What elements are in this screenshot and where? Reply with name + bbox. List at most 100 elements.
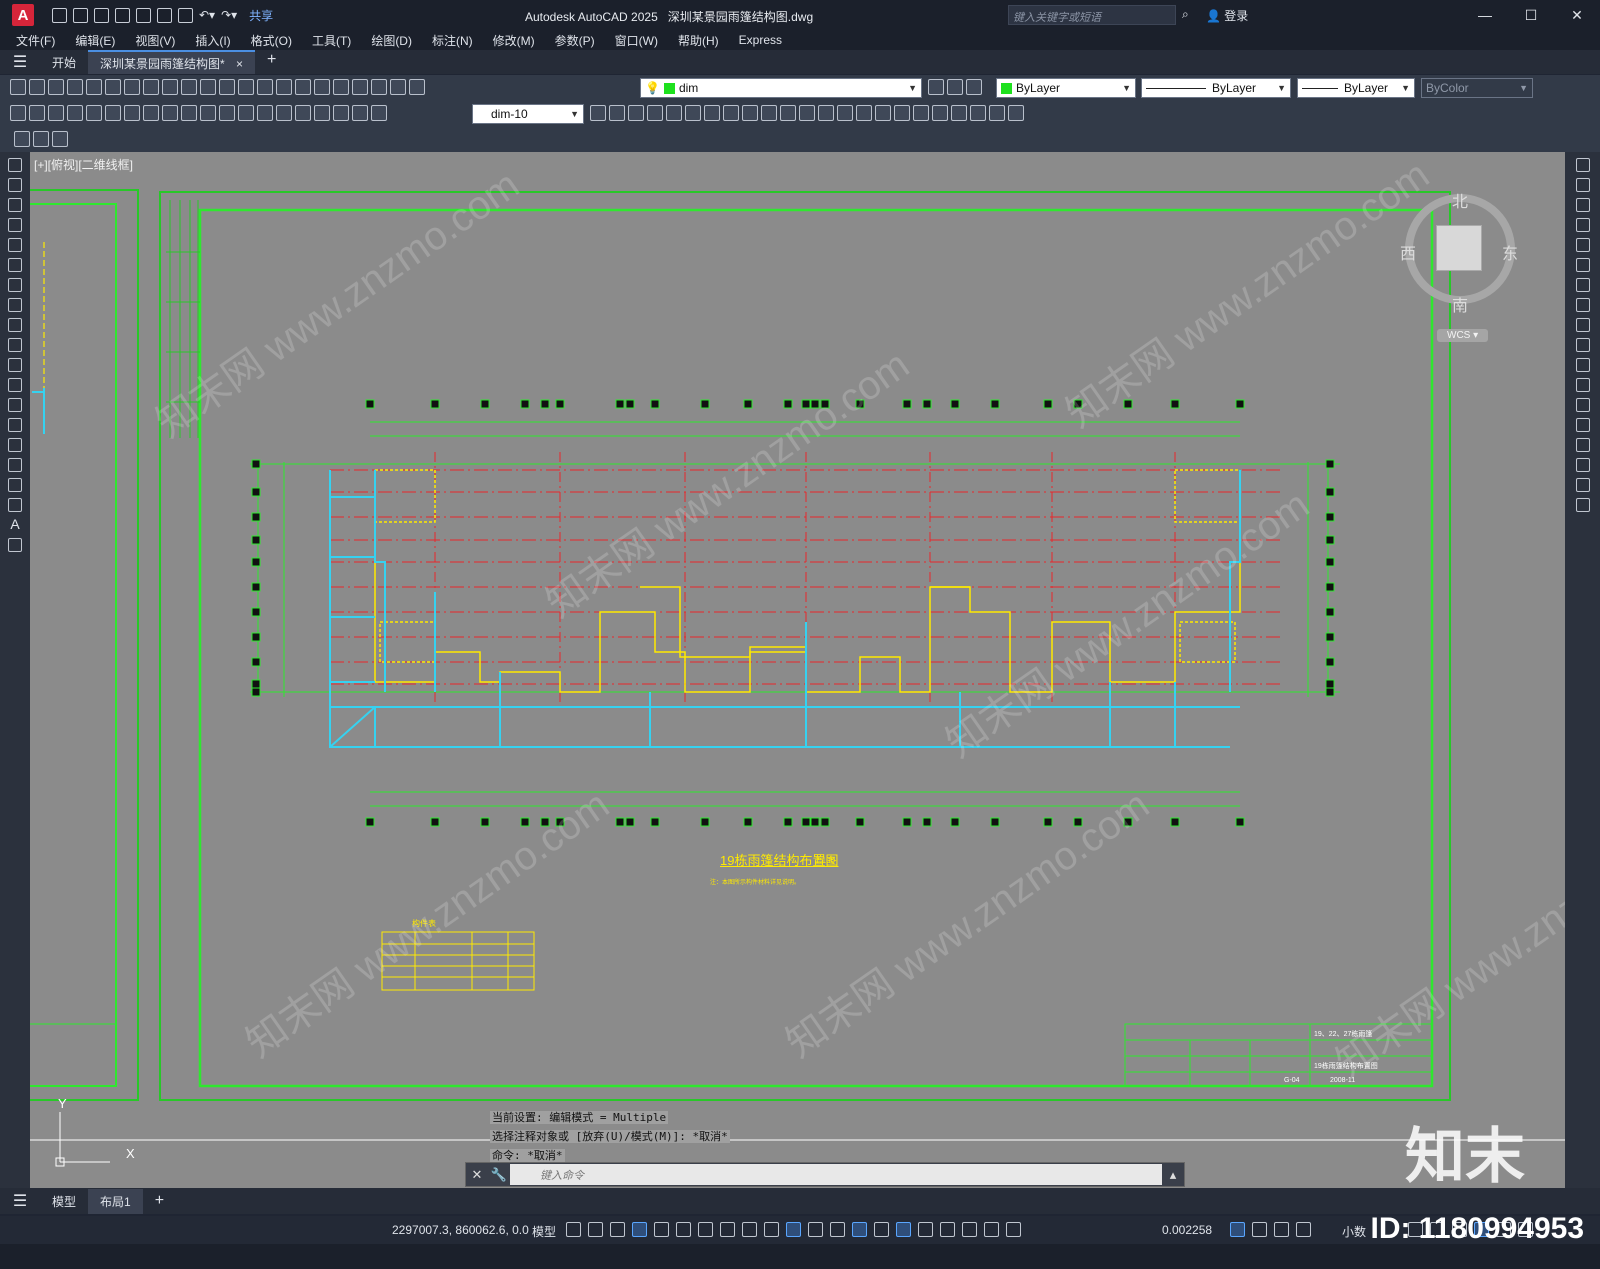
- break-icon[interactable]: [1575, 398, 1590, 412]
- quick-dim-icon[interactable]: [162, 105, 178, 121]
- ellipse-arc-icon[interactable]: [8, 358, 22, 372]
- compass-north[interactable]: 北: [1452, 188, 1468, 212]
- compass-west[interactable]: 西: [1400, 240, 1416, 264]
- chamfer-icon[interactable]: [1575, 438, 1590, 452]
- inspection-icon[interactable]: [295, 105, 311, 121]
- dim-text-edit-icon[interactable]: [352, 105, 368, 121]
- bring-front-icon[interactable]: [951, 105, 967, 121]
- plotstyle-dropdown[interactable]: ByColor ▼: [1421, 78, 1533, 98]
- linear-dim-icon[interactable]: [10, 105, 26, 121]
- open-file-icon[interactable]: [73, 7, 88, 23]
- publish-icon[interactable]: [105, 79, 121, 95]
- close-icon[interactable]: ✕: [1554, 0, 1600, 30]
- sheet-set-icon[interactable]: [352, 79, 368, 95]
- offset-icon[interactable]: [1575, 218, 1590, 232]
- search-icon[interactable]: ⌕: [1182, 7, 1189, 22]
- angular-icon[interactable]: [143, 105, 159, 121]
- jogged-linear-icon[interactable]: [314, 105, 330, 121]
- send-back-icon[interactable]: [970, 105, 986, 121]
- publish-icon[interactable]: [136, 7, 151, 23]
- zoom-window-icon[interactable]: [276, 79, 292, 95]
- join-icon[interactable]: [1575, 418, 1590, 432]
- menu-parametric[interactable]: 参数(P): [555, 32, 595, 49]
- new-tab-button[interactable]: +: [255, 50, 288, 74]
- undo-icon[interactable]: ↶▾: [199, 8, 215, 22]
- isodraft-icon[interactable]: [698, 1222, 713, 1237]
- gizmo-icon[interactable]: [896, 1222, 911, 1237]
- transparency-icon[interactable]: [786, 1222, 801, 1237]
- polygon-icon[interactable]: [8, 218, 22, 232]
- dim-style-icon[interactable]: [590, 105, 606, 121]
- chamfer-icon[interactable]: [856, 105, 872, 121]
- menu-file[interactable]: 文件(F): [16, 32, 55, 49]
- qnew-icon[interactable]: [10, 79, 26, 95]
- menu-window[interactable]: 窗口(W): [615, 32, 658, 49]
- annotation-scale-icon[interactable]: [962, 1222, 977, 1237]
- menu-express[interactable]: Express: [739, 33, 782, 47]
- viewport-scale-icon[interactable]: [1230, 1222, 1245, 1237]
- fillet-icon[interactable]: [875, 105, 891, 121]
- tab-layout1[interactable]: 布局1: [88, 1188, 143, 1214]
- copy-icon[interactable]: [1575, 178, 1590, 192]
- erase-icon[interactable]: [609, 105, 625, 121]
- undo-icon[interactable]: [200, 79, 216, 95]
- scale-icon[interactable]: [1575, 298, 1590, 312]
- maximize-icon[interactable]: ☐: [1508, 0, 1554, 30]
- snap-icon[interactable]: [588, 1222, 603, 1237]
- make-current-icon[interactable]: [928, 79, 944, 95]
- rotate-icon[interactable]: [723, 105, 739, 121]
- gradient-icon[interactable]: [8, 458, 22, 472]
- model-space-button[interactable]: 模型: [532, 1223, 556, 1240]
- annotation-visibility-icon[interactable]: [918, 1222, 933, 1237]
- lineweight-dropdown[interactable]: ByLayer ▼: [1297, 78, 1415, 98]
- match-properties-icon[interactable]: [181, 79, 197, 95]
- extend-icon[interactable]: [799, 105, 815, 121]
- hamburger-icon[interactable]: ☰: [0, 50, 40, 74]
- insert-block-icon[interactable]: [33, 131, 49, 147]
- save-as-icon[interactable]: [115, 7, 130, 23]
- viewport-controls[interactable]: [+][俯视][二维线框]: [34, 156, 133, 173]
- compass-south[interactable]: 南: [1452, 292, 1468, 316]
- menu-insert[interactable]: 插入(I): [195, 32, 230, 49]
- blend-icon[interactable]: [913, 105, 929, 121]
- menu-dimension[interactable]: 标注(N): [432, 32, 473, 49]
- viewcube-face[interactable]: [1436, 225, 1482, 271]
- menu-format[interactable]: 格式(O): [251, 32, 292, 49]
- make-block-icon[interactable]: [8, 398, 22, 412]
- blend-icon[interactable]: [1575, 478, 1590, 492]
- ortho-icon[interactable]: [654, 1222, 669, 1237]
- dynamic-ucs-icon[interactable]: [852, 1222, 867, 1237]
- table-icon[interactable]: [8, 498, 22, 512]
- trim-icon[interactable]: [780, 105, 796, 121]
- insert-block-icon[interactable]: [8, 378, 22, 392]
- add-layout-button[interactable]: +: [143, 1188, 176, 1214]
- redo-icon[interactable]: ↷▾: [221, 8, 237, 22]
- units-value[interactable]: 小数: [1342, 1223, 1366, 1240]
- dim-edit-icon[interactable]: [333, 105, 349, 121]
- command-input[interactable]: 键入命令: [510, 1164, 1162, 1185]
- object-snap-tracking-icon[interactable]: [720, 1222, 735, 1237]
- stretch-icon[interactable]: [761, 105, 777, 121]
- 3d-osnap-icon[interactable]: [830, 1222, 845, 1237]
- redo-icon[interactable]: [219, 79, 235, 95]
- aligned-dim-icon[interactable]: [29, 105, 45, 121]
- spline-icon[interactable]: [8, 318, 22, 332]
- erase-icon[interactable]: [1575, 158, 1590, 172]
- plot-icon[interactable]: [67, 79, 83, 95]
- paste-icon[interactable]: [162, 79, 178, 95]
- dim-break-icon[interactable]: [238, 105, 254, 121]
- explode-icon[interactable]: [894, 105, 910, 121]
- dynamic-input-icon[interactable]: [632, 1222, 647, 1237]
- ordinate-icon[interactable]: [67, 105, 83, 121]
- construction-line-icon[interactable]: [8, 178, 22, 192]
- attribute-icon[interactable]: [52, 131, 68, 147]
- layer-manager-icon[interactable]: [409, 79, 425, 95]
- mirror-icon[interactable]: [647, 105, 663, 121]
- dim-space-icon[interactable]: [219, 105, 235, 121]
- rectangle-icon[interactable]: [8, 238, 22, 252]
- dimstyle-dropdown[interactable]: dim-10 ▼: [472, 104, 584, 124]
- linetype-dropdown[interactable]: ByLayer ▼: [1141, 78, 1291, 98]
- move-icon[interactable]: [1575, 258, 1590, 272]
- arc-icon[interactable]: [8, 258, 22, 272]
- print-icon[interactable]: [178, 7, 193, 23]
